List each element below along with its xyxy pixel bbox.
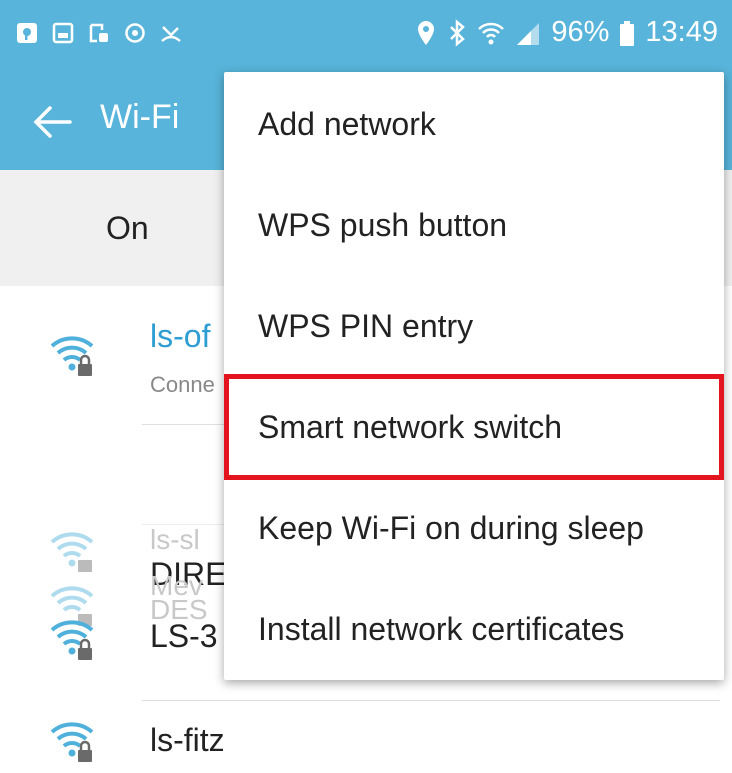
menu-item-smart-network-switch[interactable]: Smart network switch xyxy=(224,377,724,478)
menu-item-install-network-certificates[interactable]: Install network certificates xyxy=(224,579,724,680)
sync-icon xyxy=(125,23,145,43)
gallery-icon xyxy=(52,22,74,44)
notification-icon xyxy=(17,23,37,43)
page-title: Wi-Fi xyxy=(100,98,180,136)
wifi-lock-icon xyxy=(50,532,94,572)
wifi-status-icon xyxy=(478,22,505,44)
battery-icon xyxy=(620,20,635,46)
back-arrow-icon[interactable] xyxy=(30,100,74,144)
network-name[interactable]: ls-of xyxy=(150,318,210,355)
menu-item-add-network[interactable]: Add network xyxy=(224,74,724,175)
status-icons-right: 96% 13:49 xyxy=(415,16,718,49)
wifi-lock-icon xyxy=(50,620,94,660)
wifi-lock-icon xyxy=(50,336,94,376)
wifi-lock-icon xyxy=(50,722,94,762)
network-name[interactable]: LS-3 xyxy=(150,618,218,655)
network-name: ls-sl xyxy=(150,524,200,555)
divider xyxy=(142,700,720,701)
clock: 13:49 xyxy=(645,16,718,48)
screenshot-icon xyxy=(89,23,108,43)
signal-icon xyxy=(517,22,540,45)
bluetooth-icon xyxy=(450,18,466,47)
network-status: Conne xyxy=(150,372,215,397)
battery-percent: 96% xyxy=(551,16,610,48)
location-icon xyxy=(418,20,435,45)
menu-item-keep-wifi-on-during-sleep[interactable]: Keep Wi-Fi on during sleep xyxy=(224,478,724,579)
overflow-menu: Add network WPS push button WPS PIN entr… xyxy=(224,72,724,680)
menu-item-wps-push-button[interactable]: WPS push button xyxy=(224,175,724,276)
wifi-toggle-label: On xyxy=(106,210,149,246)
missed-call-icon xyxy=(161,26,181,42)
status-icons-left xyxy=(16,22,182,44)
network-name[interactable]: ls-fitz xyxy=(150,722,225,759)
status-bar: 96% 13:49 xyxy=(0,0,732,72)
menu-item-wps-pin-entry[interactable]: WPS PIN entry xyxy=(224,276,724,377)
